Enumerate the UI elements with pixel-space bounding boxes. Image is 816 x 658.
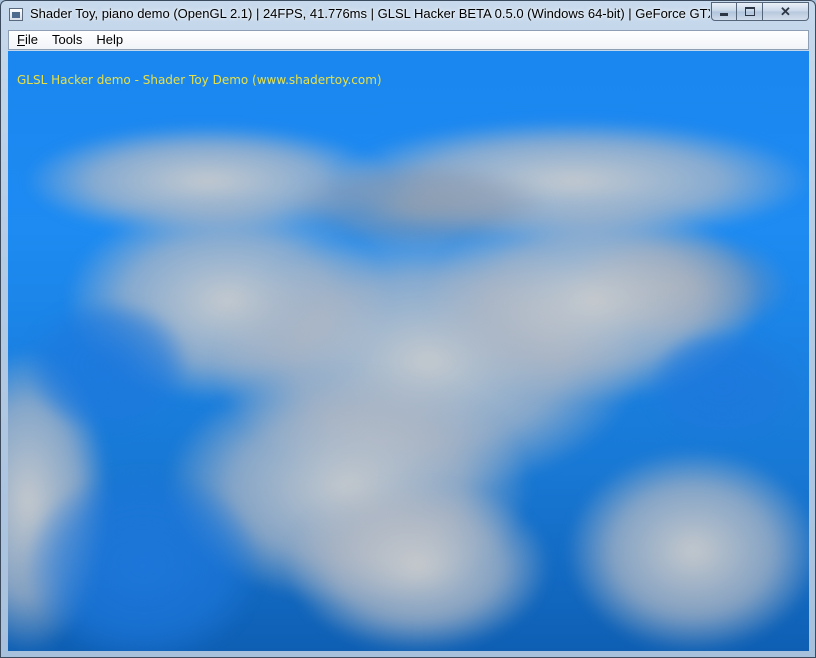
title-bar[interactable]: Shader Toy, piano demo (OpenGL 2.1) | 24… <box>1 1 815 29</box>
sky-gap <box>648 331 798 441</box>
menu-tools[interactable]: Tools <box>46 31 88 49</box>
demo-caption: GLSL Hacker demo - Shader Toy Demo (www.… <box>17 73 382 87</box>
close-button[interactable]: ✕ <box>763 2 809 21</box>
sky-gap <box>28 471 258 651</box>
menu-help[interactable]: Help <box>90 31 129 49</box>
minimize-icon <box>720 13 728 16</box>
maximize-icon <box>744 7 755 16</box>
maximize-button[interactable] <box>737 2 763 21</box>
menu-file[interactable]: File <box>11 31 44 49</box>
close-icon: ✕ <box>780 3 791 19</box>
window-title: Shader Toy, piano demo (OpenGL 2.1) | 24… <box>30 6 710 21</box>
caption-buttons: ✕ <box>711 2 809 21</box>
menu-bar: File Tools Help <box>8 30 809 50</box>
menu-file-accel: F <box>17 32 25 47</box>
cloud-shape <box>288 481 548 651</box>
app-window: Shader Toy, piano demo (OpenGL 2.1) | 24… <box>0 0 816 658</box>
menu-help-label: Help <box>96 32 124 47</box>
cloud-shape <box>568 451 809 651</box>
app-window-icon[interactable] <box>9 8 23 21</box>
minimize-button[interactable] <box>711 2 737 21</box>
render-viewport[interactable]: GLSL Hacker demo - Shader Toy Demo (www.… <box>8 51 809 651</box>
menu-file-label: ile <box>24 32 38 47</box>
sky-gap <box>28 301 188 431</box>
menu-tools-label: Tools <box>51 32 83 47</box>
